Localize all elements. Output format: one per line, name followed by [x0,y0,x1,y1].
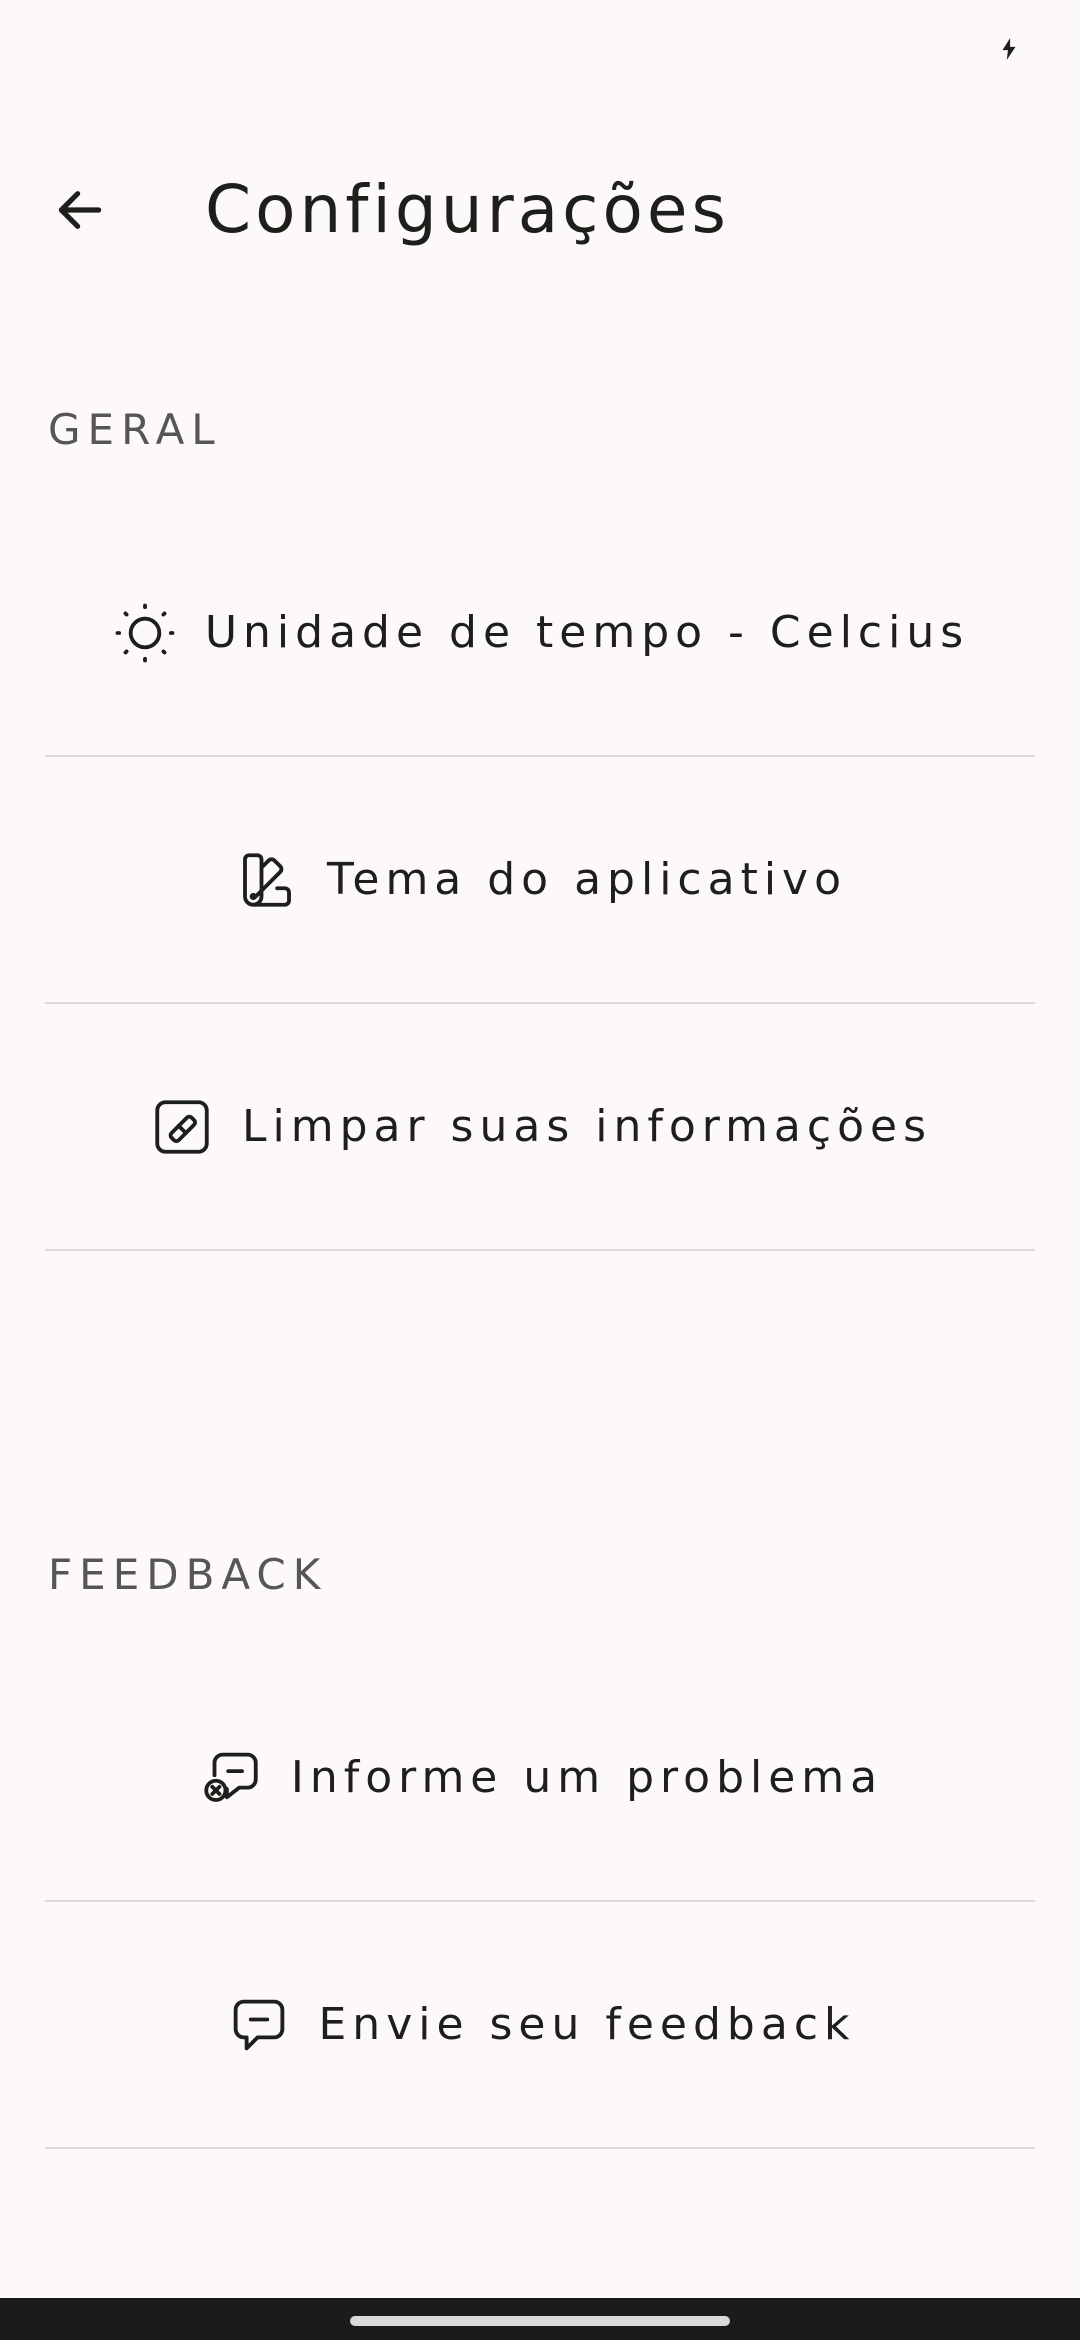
app-theme-label: Tema do aplicativo [326,854,848,905]
report-problem-item[interactable]: Informe um problema [45,1655,1035,1902]
temperature-unit-label: Unidade de tempo - Celcius [204,607,970,658]
send-feedback-item[interactable]: Envie seu feedback [45,1902,1035,2149]
settings-screen: Configurações GERAL Unidade de tempo - C… [0,0,1080,2340]
temperature-unit-item[interactable]: Unidade de tempo - Celcius [45,510,1035,757]
home-indicator[interactable] [350,2316,730,2326]
eraser-icon [148,1093,216,1161]
message-feedback-icon [225,1991,293,2059]
clear-data-item[interactable]: Limpar suas informações [45,1004,1035,1251]
arrow-back-icon [58,191,102,229]
sun-icon [111,599,179,667]
battery-charging-icon [996,36,1022,62]
back-button[interactable] [40,170,120,250]
send-feedback-label: Envie seu feedback [318,1999,856,2050]
section-header-feedback: FEEDBACK [48,1550,328,1599]
status-bar [0,0,1080,100]
clear-data-label: Limpar suas informações [241,1101,933,1152]
app-theme-item[interactable]: Tema do aplicativo [45,757,1035,1004]
section-header-general: GERAL [48,405,222,454]
report-problem-label: Informe um problema [290,1752,884,1803]
message-report-icon [197,1744,265,1812]
palette-swatch-icon [233,846,301,914]
page-title: Configurações [205,171,730,248]
top-app-bar: Configurações [0,150,1080,280]
